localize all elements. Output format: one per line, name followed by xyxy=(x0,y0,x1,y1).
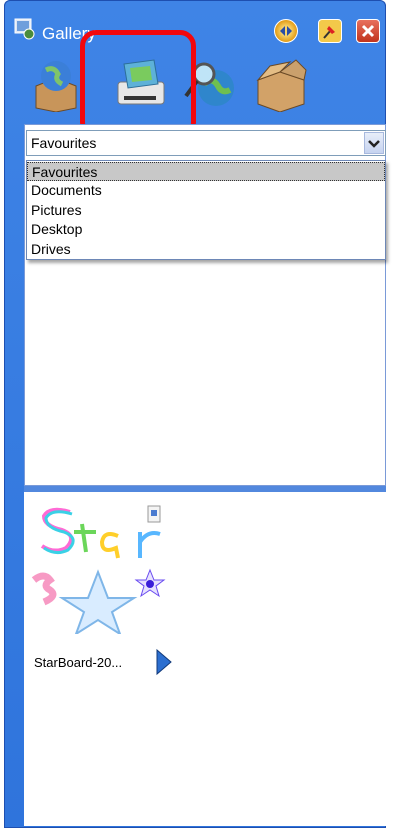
option-drives[interactable]: Drives xyxy=(27,240,385,259)
globe-box-icon[interactable] xyxy=(26,56,88,112)
close-icon xyxy=(361,24,375,38)
scanner-photos-icon[interactable] xyxy=(110,56,172,112)
option-pictures[interactable]: Pictures xyxy=(27,201,385,220)
pin-icon xyxy=(323,26,335,39)
gallery-app-icon xyxy=(14,18,35,40)
gallery-toolbar xyxy=(20,56,380,116)
play-arrow-icon[interactable] xyxy=(154,648,174,676)
option-documents[interactable]: Documents xyxy=(27,181,385,200)
pin-button[interactable] xyxy=(318,19,342,43)
chevron-down-icon xyxy=(368,140,380,148)
swap-arrows-icon xyxy=(280,26,292,36)
close-button[interactable] xyxy=(356,19,380,43)
option-favourites[interactable]: Favourites xyxy=(27,162,385,181)
location-select[interactable]: Favourites xyxy=(26,130,386,156)
window-title: Gallery xyxy=(42,24,96,43)
search-globe-icon[interactable] xyxy=(180,56,242,112)
location-select-value: Favourites xyxy=(31,135,97,151)
swap-side-button[interactable] xyxy=(274,19,298,43)
file-label: StarBoard-20... xyxy=(34,655,123,670)
option-desktop[interactable]: Desktop xyxy=(27,220,385,239)
file-thumbnail[interactable] xyxy=(30,502,176,634)
open-box-icon[interactable] xyxy=(250,56,312,112)
dropdown-button[interactable] xyxy=(364,132,384,154)
location-dropdown-list: Favourites Documents Pictures Desktop Dr… xyxy=(26,160,386,260)
